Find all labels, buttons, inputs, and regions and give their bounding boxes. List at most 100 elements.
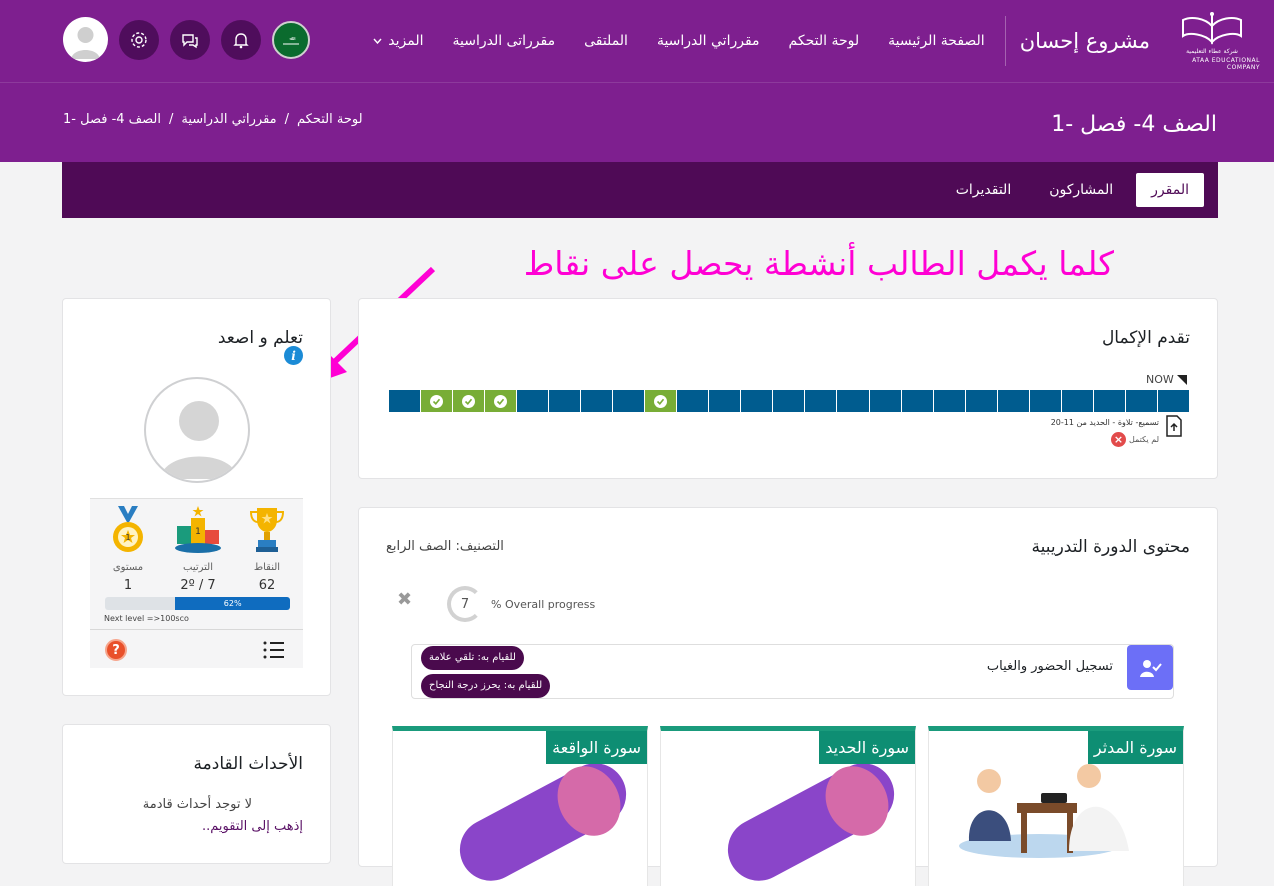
- check-icon: [429, 394, 443, 408]
- completion-segment[interactable]: [964, 390, 997, 412]
- language-flag-icon[interactable]: ﷲ: [272, 20, 310, 59]
- activity-name[interactable]: تسميع- تلاوة - الحديد من 11-20: [1051, 418, 1159, 427]
- completion-segment[interactable]: [1028, 390, 1061, 412]
- logo-arabic: شركة عطاء التعليمية: [1186, 47, 1238, 55]
- ranking-list-icon[interactable]: [263, 640, 285, 660]
- breadcrumb-separator: /: [284, 112, 290, 127]
- completion-segment[interactable]: [548, 390, 581, 412]
- breadcrumb-current[interactable]: الصف 4- فصل -1: [63, 112, 161, 127]
- svg-text:1: 1: [125, 533, 130, 542]
- completion-segment-done[interactable]: [419, 390, 452, 412]
- tile-name-waqiah[interactable]: سورة الواقعة: [546, 731, 647, 764]
- completion-segment[interactable]: [676, 390, 709, 412]
- rank-label: الترتيب: [183, 562, 213, 573]
- course-content-title: محتوى الدورة التدريبية: [1031, 537, 1190, 557]
- level-stats-footer: ?: [90, 629, 303, 669]
- file-upload-icon: [1166, 415, 1182, 437]
- tile-surah-hadid[interactable]: سورة الحديد: [660, 726, 916, 886]
- breadcrumb-my-courses[interactable]: مقرراتي الدراسية: [181, 112, 276, 127]
- logo-english: ATAA EDUCATIONAL COMPANY: [1192, 56, 1260, 71]
- now-triangle-icon: [1176, 374, 1187, 385]
- trophy-icon: [249, 508, 285, 552]
- overall-progress: 7 % Overall progress: [447, 586, 595, 622]
- level-value: 1: [123, 578, 133, 593]
- info-icon[interactable]: i: [284, 346, 303, 365]
- chevron-down-icon: [373, 38, 382, 44]
- classification-label: التصنيف: الصف الرابع: [386, 539, 504, 554]
- annotation-line-1: كلما يكمل الطالب أنشطة يحصل على نقاط: [523, 244, 1114, 283]
- nav-home[interactable]: الصفحة الرئيسية: [888, 33, 985, 49]
- completion-segment[interactable]: [580, 390, 613, 412]
- page-title: الصف 4- فصل -1: [1051, 112, 1217, 137]
- completion-segment[interactable]: [1092, 390, 1125, 412]
- nav-my-courses[interactable]: مقرراتي الدراسية: [657, 33, 760, 49]
- chat-icon: [182, 33, 198, 48]
- completion-segment-done[interactable]: [451, 390, 484, 412]
- completion-segment[interactable]: [1156, 390, 1189, 412]
- breadcrumb-dashboard[interactable]: لوحة التحكم: [297, 112, 363, 127]
- nav-my-courses-2[interactable]: مقرراتى الدراسية: [452, 33, 555, 49]
- user-avatar[interactable]: [63, 17, 108, 62]
- tile-surah-waqiah[interactable]: سورة الواقعة: [392, 726, 648, 886]
- tile-surah-muddathir[interactable]: سورة المدثر: [928, 726, 1184, 886]
- tile-name-hadid[interactable]: سورة الحديد: [819, 731, 915, 764]
- settings-button[interactable]: [119, 19, 159, 60]
- completion-segment[interactable]: [932, 390, 965, 412]
- help-icon[interactable]: ?: [105, 639, 127, 661]
- close-icon[interactable]: ✖: [397, 589, 412, 610]
- completion-segment[interactable]: [708, 390, 741, 412]
- activity-status: لم يكتمل ×: [1110, 432, 1159, 447]
- completion-segment[interactable]: [804, 390, 837, 412]
- nav-forum[interactable]: الملتقى: [584, 33, 628, 49]
- course-content-block: محتوى الدورة التدريبية التصنيف: الصف الر…: [358, 507, 1218, 886]
- completion-segment[interactable]: [772, 390, 805, 412]
- attendance-activity: تسجيل الحضور والغياب للقيام به: تلقي علا…: [411, 644, 1174, 699]
- completion-segment-done[interactable]: [483, 390, 517, 412]
- overall-progress-label: % Overall progress: [491, 597, 596, 611]
- completion-segment[interactable]: [868, 390, 901, 412]
- completion-segment[interactable]: [836, 390, 869, 412]
- site-name[interactable]: مشروع إحسان: [1020, 29, 1150, 53]
- completion-segment[interactable]: [387, 390, 420, 412]
- completion-segment[interactable]: [900, 390, 933, 412]
- tab-course[interactable]: المقرر: [1136, 173, 1204, 207]
- completion-segment[interactable]: [516, 390, 549, 412]
- rank-value: 2º / 7: [180, 578, 216, 593]
- messages-button[interactable]: [170, 19, 210, 60]
- completion-segment[interactable]: [740, 390, 773, 412]
- level-up-block: تعلم و اصعد i النقاط 62 1 الترتيب 2º / 7…: [62, 298, 331, 696]
- completion-segment-done[interactable]: [644, 390, 677, 412]
- tile-name-muddathir[interactable]: سورة المدثر: [1087, 731, 1183, 764]
- nav-more-label: المزيد: [388, 33, 424, 49]
- course-tabs: المقرر المشاركون التقديرات: [62, 162, 1218, 218]
- breadcrumb: لوحة التحكم / مقرراتي الدراسية / الصف 4-…: [63, 112, 363, 127]
- tab-grades[interactable]: التقديرات: [941, 173, 1027, 207]
- check-icon: [494, 394, 507, 408]
- upcoming-events-block: الأحداث القادمة لا توجد أحداث قادمة إذهب…: [62, 724, 331, 864]
- completion-segment[interactable]: [1124, 390, 1157, 412]
- completion-progress-title: تقدم الإكمال: [1101, 328, 1190, 348]
- nav-dashboard[interactable]: لوحة التحكم: [789, 33, 860, 49]
- tab-participants[interactable]: المشاركون: [1034, 173, 1128, 207]
- primary-nav: الصفحة الرئيسية لوحة التحكم مقرراتي الدر…: [344, 33, 985, 49]
- upcoming-events-title: الأحداث القادمة: [193, 754, 303, 774]
- level-stats: النقاط 62 1 الترتيب 2º / 7 1 مستوى 1 62%…: [90, 498, 303, 668]
- brand-logo[interactable]: شركة عطاء التعليمية ATAA EDUCATIONAL COM…: [1164, 11, 1260, 71]
- notifications-button[interactable]: [221, 19, 261, 60]
- profile-picture: [144, 377, 250, 483]
- check-icon: [461, 394, 475, 408]
- attendance-title[interactable]: تسجيل الحضور والغياب: [987, 659, 1113, 674]
- completion-segment[interactable]: [1060, 390, 1093, 412]
- completion-segment[interactable]: [612, 390, 645, 412]
- svg-text:1: 1: [195, 527, 201, 537]
- no-events-text: لا توجد أحداث قادمة: [142, 797, 252, 812]
- attendance-icon[interactable]: [1127, 645, 1173, 690]
- completion-segment[interactable]: [996, 390, 1029, 412]
- svg-text:ﷲ: ﷲ: [290, 36, 296, 42]
- user-tools: ﷲ: [63, 17, 310, 62]
- requirement-badge-pass: للقيام به: يحرز درجة النجاح: [421, 674, 551, 698]
- go-to-calendar-link[interactable]: إذهب إلى التقويم..: [202, 819, 303, 834]
- nav-more[interactable]: المزيد: [373, 33, 423, 49]
- breadcrumb-separator: /: [168, 112, 174, 127]
- level-progress-bar: 62%: [105, 597, 290, 610]
